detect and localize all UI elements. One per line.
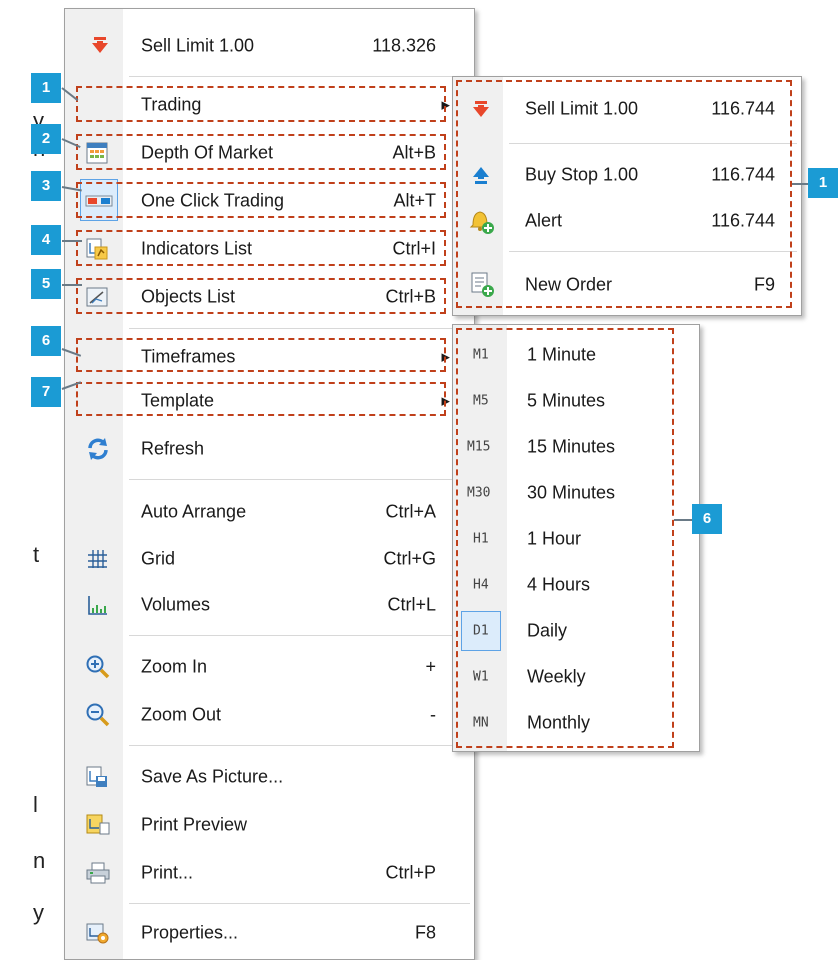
highlight-depth-of-market	[76, 134, 446, 170]
menu-item-label: Zoom Out	[141, 704, 222, 725]
callout-leader-line	[62, 284, 82, 286]
menu-item-grid[interactable]: Grid Ctrl+G	[65, 539, 474, 579]
menu-item-zoom-out[interactable]: Zoom Out -	[65, 695, 474, 735]
callout-badge: 4	[31, 225, 61, 255]
background-text-fragment: n	[33, 848, 46, 873]
highlight-template	[76, 382, 446, 416]
sell-arrow-icon	[88, 33, 112, 57]
menu-item-label: Refresh	[141, 438, 205, 459]
menu-item-shortcut: Ctrl+P	[385, 862, 436, 883]
menu-item-shortcut: Ctrl+G	[383, 548, 436, 569]
menu-separator	[129, 903, 470, 904]
refresh-icon	[85, 436, 109, 460]
menu-item-print[interactable]: Print... Ctrl+P	[65, 853, 474, 893]
zoom-out-icon	[85, 702, 110, 727]
menu-item-label: Grid	[141, 548, 176, 569]
menu-item-label: Volumes	[141, 594, 211, 615]
menu-item-label: Properties...	[141, 922, 239, 943]
callout-badge: 2	[31, 124, 61, 154]
callout-badge: 6	[31, 326, 61, 356]
menu-separator	[129, 635, 470, 636]
menu-item-shortcut: Ctrl+A	[385, 501, 436, 522]
menu-item-shortcut: +	[425, 656, 436, 677]
highlight-timeframes-submenu	[456, 328, 674, 748]
callout-badge: 5	[31, 269, 61, 299]
menu-item-volumes[interactable]: Volumes Ctrl+L	[65, 585, 474, 625]
menu-separator	[129, 745, 470, 746]
menu-item-auto-arrange[interactable]: Auto Arrange Ctrl+A	[65, 492, 474, 532]
highlight-trading	[76, 86, 446, 122]
menu-item-label: Save As Picture...	[141, 766, 284, 787]
callout-badge: 1	[31, 73, 61, 103]
background-text-fragment: t	[33, 542, 40, 567]
menu-item-print-preview[interactable]: Print Preview	[65, 805, 474, 845]
menu-separator	[129, 76, 470, 77]
volumes-icon	[85, 593, 109, 617]
callout-badge: 6	[692, 504, 722, 534]
menu-item-properties[interactable]: Properties... F8	[65, 913, 474, 953]
menu-item-save-as-picture[interactable]: Save As Picture...	[65, 757, 474, 797]
highlight-timeframes	[76, 338, 446, 372]
callout-leader-line	[62, 240, 82, 242]
callout-badge: 7	[31, 377, 61, 407]
highlight-one-click-trading	[76, 182, 446, 218]
highlight-objects-list	[76, 278, 446, 314]
printer-icon	[85, 861, 110, 885]
highlight-indicators-list	[76, 230, 446, 266]
menu-item-label: Print...	[141, 862, 194, 883]
zoom-in-icon	[85, 654, 110, 679]
menu-item-label: Zoom In	[141, 656, 208, 677]
highlight-trading-submenu	[456, 80, 792, 308]
menu-separator	[129, 479, 470, 480]
grid-icon	[85, 547, 109, 571]
background-text-fragment: l	[33, 792, 38, 817]
save-picture-icon	[85, 765, 109, 789]
menu-item-zoom-in[interactable]: Zoom In +	[65, 647, 474, 687]
menu-separator	[129, 328, 470, 329]
menu-item-refresh[interactable]: Refresh	[65, 429, 474, 469]
menu-item-label: Print Preview	[141, 814, 248, 835]
callout-badge: 3	[31, 171, 61, 201]
menu-item-shortcut: F8	[414, 922, 436, 943]
menu-item-shortcut: -	[430, 704, 436, 725]
properties-icon	[85, 921, 109, 945]
menu-item-shortcut: Ctrl+L	[387, 594, 436, 615]
menu-item-sell-limit[interactable]: Sell Limit 1.00 118.326	[65, 26, 474, 66]
menu-item-label: Sell Limit 1.00	[141, 35, 255, 56]
menu-item-price: 118.326	[372, 35, 436, 56]
print-preview-icon	[85, 813, 110, 837]
background-text-fragment: y	[33, 900, 44, 925]
callout-badge: 1	[808, 168, 838, 198]
callout-leader-line	[674, 519, 692, 521]
menu-item-label: Auto Arrange	[141, 501, 247, 522]
